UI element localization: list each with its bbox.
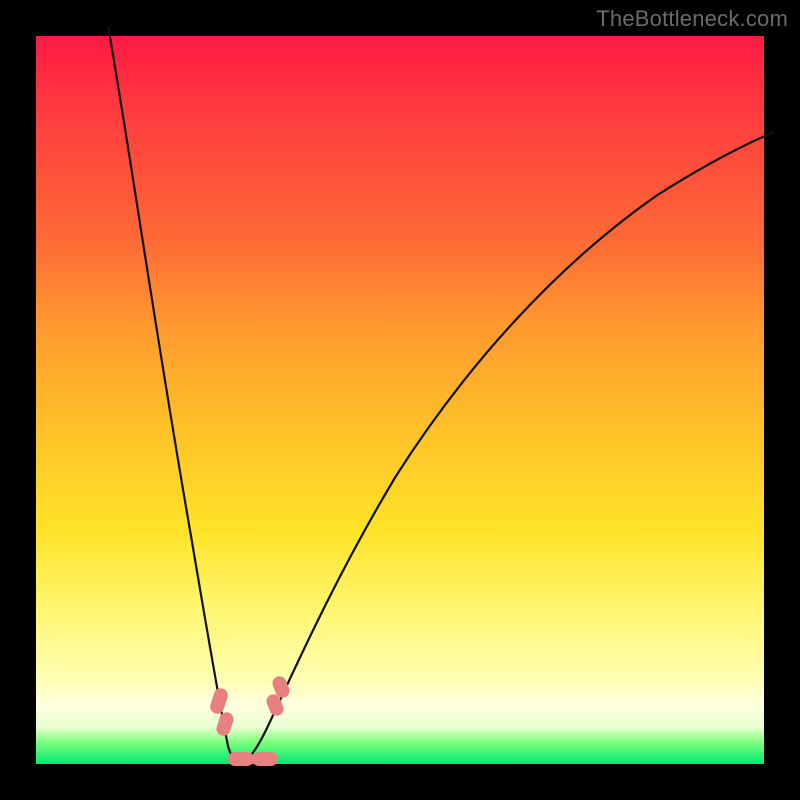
marker-left-top bbox=[208, 686, 229, 715]
marker-min-right bbox=[252, 752, 278, 766]
curve-layer bbox=[36, 36, 764, 764]
plot-area bbox=[36, 36, 764, 764]
marker-left-bottom bbox=[215, 710, 236, 737]
watermark-text: TheBottleneck.com bbox=[596, 6, 788, 32]
curve-right-branch bbox=[238, 132, 774, 763]
curve-left-branch bbox=[108, 26, 238, 763]
marker-min-left bbox=[228, 752, 254, 766]
outer-frame: TheBottleneck.com bbox=[0, 0, 800, 800]
